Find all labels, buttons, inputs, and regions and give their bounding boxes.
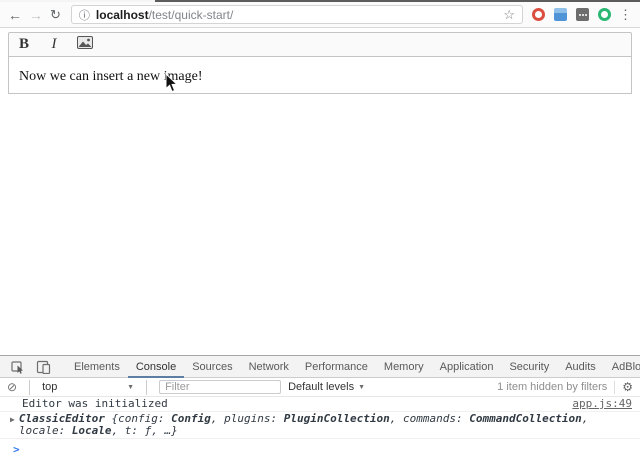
browser-menu-icon[interactable]: ⋮: [619, 7, 632, 23]
devtools-tab-performance[interactable]: Performance: [297, 356, 376, 378]
devtools-tab-console[interactable]: Console: [128, 356, 184, 378]
devtools-tab-network[interactable]: Network: [241, 356, 297, 378]
bookmark-star-icon[interactable]: ☆: [503, 7, 515, 23]
url-path: /test/quick-start/: [149, 8, 234, 22]
tab-strip-background: [155, 0, 640, 2]
device-toolbar-icon[interactable]: [31, 360, 56, 374]
gear-separator: [614, 381, 615, 394]
reload-icon[interactable]: ↻: [50, 8, 61, 21]
devtools-panel: ElementsConsoleSourcesNetworkPerformance…: [0, 355, 640, 454]
editor-toolbar: B I: [8, 32, 632, 57]
bold-button[interactable]: B: [17, 37, 31, 52]
inspect-element-icon[interactable]: [6, 360, 31, 374]
blue-window-extension-icon[interactable]: [554, 8, 567, 21]
gray-dots-extension-icon[interactable]: [576, 8, 589, 21]
console-settings-gear-icon[interactable]: ⚙: [622, 380, 633, 394]
mouse-cursor-icon: [165, 73, 178, 93]
url-host: localhost: [96, 8, 149, 22]
url-text: localhost/test/quick-start/: [96, 8, 233, 22]
preview-segment: , t:: [112, 424, 145, 437]
devtools-tab-application[interactable]: Application: [432, 356, 502, 378]
devtools-tab-elements[interactable]: Elements: [66, 356, 128, 378]
insert-image-button[interactable]: [77, 36, 93, 53]
browser-toolbar: ← → ↻ ⓘ localhost/test/quick-start/ ☆ ⋮: [0, 2, 640, 28]
levels-label: Default levels: [288, 381, 354, 393]
console-prompt[interactable]: >: [0, 439, 640, 456]
devtools-tab-sources[interactable]: Sources: [184, 356, 240, 378]
preview-segment: , plugins:: [211, 412, 284, 425]
console-toolbar: ⊘ top ▼ Default levels ▼ 1 item hidden b…: [0, 378, 640, 397]
preview-segment: PluginCollection: [284, 412, 390, 425]
console-filter-input[interactable]: [159, 380, 281, 394]
image-icon: [77, 36, 93, 49]
execution-context-dropdown[interactable]: top ▼: [42, 381, 134, 393]
italic-button[interactable]: I: [47, 37, 61, 52]
clear-console-icon[interactable]: ⊘: [7, 380, 17, 394]
preview-segment: , …}: [151, 424, 178, 437]
preview-segment: , commands:: [390, 412, 469, 425]
forward-icon[interactable]: →: [29, 8, 43, 22]
hidden-items-note: 1 item hidden by filters: [497, 381, 607, 393]
devtools-tabbar: ElementsConsoleSourcesNetworkPerformance…: [0, 356, 640, 378]
console-toolbar-separator: [29, 380, 30, 395]
console-message-text: Editor was initialized: [22, 398, 168, 410]
page-info-icon[interactable]: ⓘ: [79, 7, 90, 23]
preview-segment: Locale: [72, 424, 112, 437]
console-message-init: Editor was initialized app.js:49: [0, 397, 640, 412]
disclosure-triangle-icon[interactable]: ▶: [10, 414, 15, 426]
rich-text-editor: B I Now we can insert a new image!: [8, 32, 632, 94]
console-object-preview: ClassicEditor {config: Config, plugins: …: [19, 413, 632, 437]
active-tab-edge: [0, 0, 155, 2]
red-ring-extension-icon[interactable]: [532, 8, 545, 21]
extension-icons: [532, 8, 611, 21]
preview-segment: CommandCollection: [469, 412, 582, 425]
editor-content-area[interactable]: Now we can insert a new image!: [8, 57, 632, 94]
page-content: B I Now we can insert a new image!: [0, 32, 640, 359]
prompt-chevron-icon: >: [13, 443, 20, 456]
context-selected-label: top: [42, 381, 57, 393]
devtools-tab-audits[interactable]: Audits: [557, 356, 604, 378]
devtools-tab-memory[interactable]: Memory: [376, 356, 432, 378]
devtools-tabs: ElementsConsoleSourcesNetworkPerformance…: [66, 356, 640, 378]
console-message-object[interactable]: ▶ ClassicEditor {config: Config, plugins…: [0, 412, 640, 439]
green-ring-extension-icon[interactable]: [598, 8, 611, 21]
log-levels-dropdown[interactable]: Default levels ▼: [288, 381, 365, 393]
tab-strip: [0, 0, 640, 2]
devtools-tab-adblock[interactable]: AdBlock: [604, 356, 640, 378]
devtools-tab-security[interactable]: Security: [501, 356, 557, 378]
address-bar[interactable]: ⓘ localhost/test/quick-start/ ☆: [71, 5, 523, 24]
back-icon[interactable]: ←: [8, 8, 22, 22]
console-toolbar-separator2: [146, 380, 147, 395]
chevron-down-icon: ▼: [358, 384, 365, 391]
console-messages: Editor was initialized app.js:49 ▶ Class…: [0, 397, 640, 456]
source-link[interactable]: app.js:49: [572, 398, 632, 410]
chevron-down-icon: ▼: [127, 384, 134, 391]
